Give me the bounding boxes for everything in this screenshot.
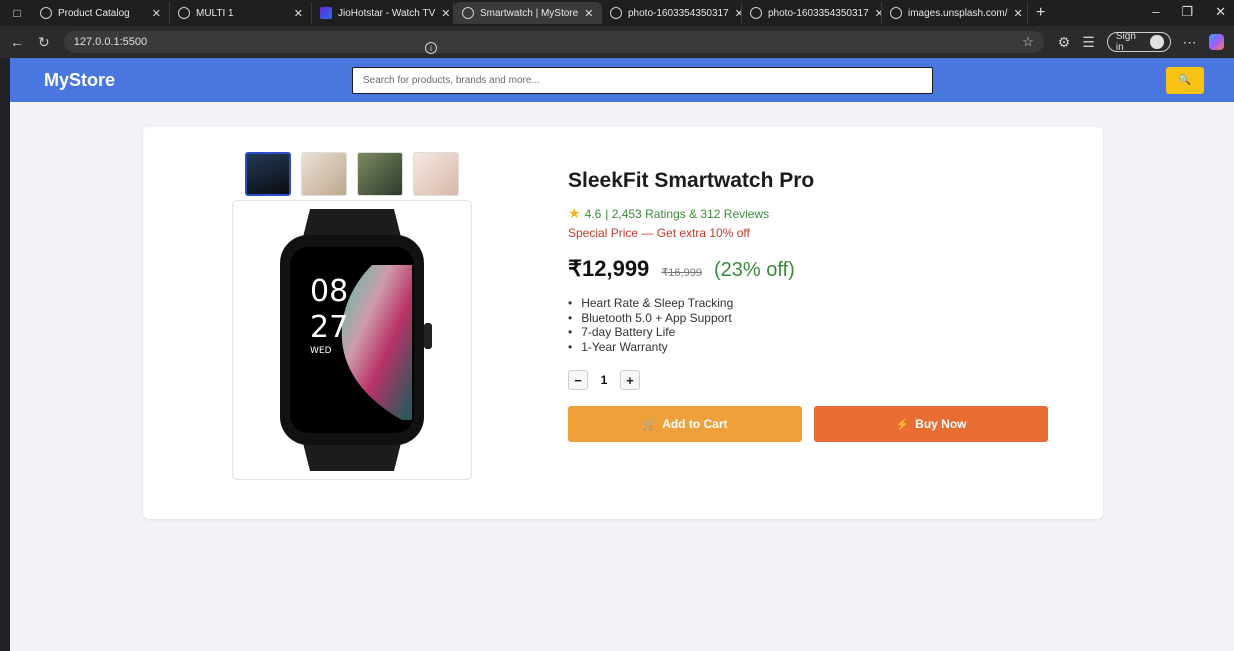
tab-title: photo-1603354350317	[628, 7, 729, 19]
store-logo[interactable]: MyStore	[44, 70, 115, 91]
cart-icon: 🛒	[642, 418, 657, 431]
tab-title: Product Catalog	[58, 7, 130, 19]
feature-item: Bluetooth 5.0 + App Support	[568, 311, 1068, 326]
favorites-icon[interactable]: ☰	[1082, 34, 1095, 51]
sign-in-label: Sign in	[1115, 31, 1136, 53]
tab-title: Smartwatch | MyStore	[480, 7, 579, 19]
tab-jiohotstar[interactable]: JioHotstar - Watch TV ✕	[312, 2, 454, 24]
site-header: MyStore Search for products, brands and …	[10, 58, 1234, 102]
thumbnail-wrist-dark[interactable]	[245, 152, 291, 196]
selling-price: ₹12,999	[568, 256, 650, 281]
new-tab-icon[interactable]: +	[1036, 4, 1045, 22]
browser-toolbar: ← ↻ i 127.0.0.1:5500 ☆ ⚙ ☰ Sign in ⋯	[0, 26, 1234, 58]
feature-item: 1-Year Warranty	[568, 340, 1068, 355]
product-info: SleekFit Smartwatch Pro ★ 4.6 | 2,453 Ra…	[568, 169, 1068, 442]
decrease-quantity-button[interactable]: −	[568, 370, 588, 390]
product-card: 08 27 WED SleekFit Smartwatch Pro ★ 4.6 …	[143, 127, 1103, 519]
add-to-cart-label: Add to Cart	[662, 417, 728, 431]
site-info-icon[interactable]: i	[425, 42, 437, 54]
add-to-cart-button[interactable]: 🛒 Add to Cart	[568, 406, 802, 442]
globe-icon	[178, 7, 190, 19]
favorite-star-icon[interactable]: ☆	[1022, 34, 1034, 50]
discount-label: (23% off)	[713, 259, 795, 281]
more-icon[interactable]: ⋯	[1183, 34, 1197, 51]
tab-multi-1[interactable]: MULTI 1 ✕	[170, 2, 312, 24]
quantity-stepper: − 1 +	[568, 370, 1068, 390]
jiohotstar-icon	[320, 7, 332, 19]
tab-title: images.unsplash.com/	[908, 7, 1008, 19]
watch-day: WED	[310, 346, 332, 356]
close-icon[interactable]: ✕	[869, 7, 881, 20]
action-buttons: 🛒 Add to Cart ⚡ Buy Now	[568, 406, 1068, 442]
window-close-icon[interactable]: ✕	[1215, 4, 1226, 20]
tab-title: photo-1603354350317	[768, 7, 869, 19]
tab-title: JioHotstar - Watch TV	[338, 7, 436, 19]
buy-now-button[interactable]: ⚡ Buy Now	[814, 406, 1048, 442]
watch-minute: 27	[310, 310, 348, 345]
refresh-icon[interactable]: ↻	[38, 34, 50, 51]
close-icon[interactable]: ✕	[578, 7, 593, 20]
toolbar-right: ⚙ ☰ Sign in ⋯	[1058, 31, 1224, 53]
feature-list: Heart Rate & Sleep Tracking Bluetooth 5.…	[568, 296, 1068, 354]
buy-now-label: Buy Now	[915, 417, 967, 431]
globe-icon	[462, 7, 474, 19]
close-icon[interactable]: ✕	[435, 7, 450, 20]
product-title: SleekFit Smartwatch Pro	[568, 169, 815, 192]
quantity-value: 1	[600, 373, 608, 387]
main-product-image: 08 27 WED	[232, 200, 472, 480]
restore-icon[interactable]: ❐	[1181, 4, 1193, 20]
increase-quantity-button[interactable]: +	[620, 370, 640, 390]
tab-photo-1[interactable]: photo-1603354350317 ✕	[602, 2, 742, 24]
watch-hour: 08	[310, 274, 348, 309]
feature-item: Heart Rate & Sleep Tracking	[568, 296, 1068, 311]
avatar-icon	[1150, 35, 1164, 49]
tab-product-catalog[interactable]: Product Catalog ✕	[32, 2, 170, 24]
globe-icon	[890, 7, 902, 19]
window-controls: – ❐ ✕	[1152, 4, 1226, 20]
extensions-icon[interactable]: ⚙	[1058, 34, 1071, 51]
tab-unsplash[interactable]: images.unsplash.com/ ✕	[882, 2, 1028, 24]
page-viewport: MyStore Search for products, brands and …	[10, 58, 1234, 651]
thumbnail-hand-watch[interactable]	[357, 152, 403, 196]
tab-photo-2[interactable]: photo-1603354350317 ✕	[742, 2, 882, 24]
tab-strip: □ Product Catalog ✕ MULTI 1 ✕ JioHotstar…	[0, 0, 1234, 26]
search-icon: 🔍	[1178, 75, 1192, 86]
thumbnail-wrist-light[interactable]	[301, 152, 347, 196]
rating-count[interactable]: | 2,453 Ratings & 312 Reviews	[605, 207, 769, 221]
feature-item: 7-day Battery Life	[568, 325, 1068, 340]
tab-smartwatch[interactable]: Smartwatch | MyStore ✕	[454, 2, 602, 24]
search-input[interactable]: Search for products, brands and more...	[352, 67, 933, 94]
sign-in-button[interactable]: Sign in	[1106, 31, 1171, 53]
thumbnail-flatlay[interactable]	[413, 152, 459, 196]
sidebar-toggle-icon[interactable]: □	[8, 4, 26, 22]
special-price-note: Special Price — Get extra 10% off	[568, 226, 750, 240]
tab-title: MULTI 1	[196, 7, 234, 19]
close-icon[interactable]: ✕	[729, 7, 741, 20]
url-text: 127.0.0.1:5500	[73, 36, 148, 48]
copilot-icon[interactable]	[1208, 34, 1224, 50]
smartwatch-image: 08 27 WED	[280, 209, 432, 471]
globe-icon	[40, 7, 52, 19]
close-icon[interactable]: ✕	[288, 7, 303, 20]
thumbnail-strip	[245, 152, 459, 196]
original-price: ₹16,999	[661, 267, 702, 279]
close-icon[interactable]: ✕	[146, 7, 161, 20]
lightning-icon: ⚡	[895, 418, 910, 431]
browser-window: □ Product Catalog ✕ MULTI 1 ✕ JioHotstar…	[0, 0, 1234, 651]
back-icon[interactable]: ←	[10, 34, 24, 50]
search-button[interactable]: 🔍	[1166, 67, 1204, 94]
rating-row: ★ 4.6 | 2,453 Ratings & 312 Reviews	[568, 205, 1068, 222]
price-row: ₹12,999 ₹16,999 (23% off)	[568, 256, 1068, 282]
globe-icon	[750, 7, 762, 19]
minimize-icon[interactable]: –	[1152, 4, 1159, 20]
close-icon[interactable]: ✕	[1008, 7, 1023, 20]
globe-icon	[610, 7, 622, 19]
address-bar[interactable]: i 127.0.0.1:5500 ☆	[63, 31, 1044, 54]
star-icon: ★	[568, 205, 581, 221]
rating-value: 4.6	[584, 206, 602, 221]
